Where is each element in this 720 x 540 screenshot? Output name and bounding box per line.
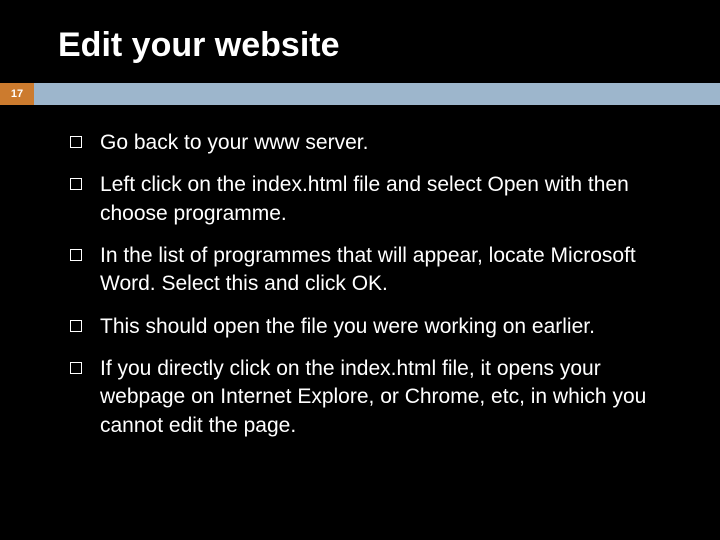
list-item: In the list of programmes that will appe… — [70, 242, 670, 299]
bullet-text: If you directly click on the index.html … — [100, 355, 670, 440]
slide: Edit your website 17 Go back to your www… — [0, 0, 720, 540]
square-bullet-icon — [70, 178, 82, 190]
square-bullet-icon — [70, 249, 82, 261]
square-bullet-icon — [70, 362, 82, 374]
bullet-list: Go back to your www server. Left click o… — [0, 105, 720, 440]
accent-bar: 17 — [0, 83, 720, 105]
accent-stripe — [34, 83, 720, 105]
square-bullet-icon — [70, 320, 82, 332]
bullet-text: This should open the file you were worki… — [100, 313, 670, 341]
slide-title: Edit your website — [0, 0, 720, 83]
page-number: 17 — [0, 83, 34, 105]
list-item: If you directly click on the index.html … — [70, 355, 670, 440]
bullet-text: Left click on the index.html file and se… — [100, 171, 670, 228]
list-item: This should open the file you were worki… — [70, 313, 670, 341]
square-bullet-icon — [70, 136, 82, 148]
list-item: Go back to your www server. — [70, 129, 670, 157]
bullet-text: In the list of programmes that will appe… — [100, 242, 670, 299]
list-item: Left click on the index.html file and se… — [70, 171, 670, 228]
bullet-text: Go back to your www server. — [100, 129, 670, 157]
